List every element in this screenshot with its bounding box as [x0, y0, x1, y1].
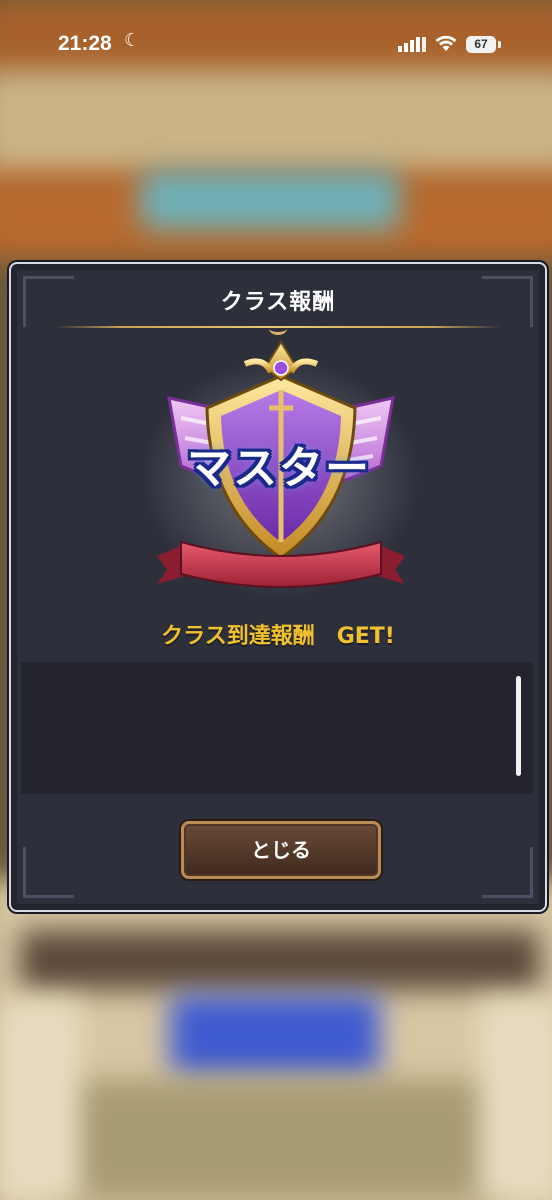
title-divider-ornament	[269, 322, 287, 335]
scrollbar[interactable]	[516, 676, 521, 776]
moon-icon: ☾	[124, 30, 141, 51]
dialog-title: クラス報酬	[220, 290, 336, 315]
class-reward-dialog: クラス報酬 マスター クラス到達報酬 GET! とじる	[9, 262, 547, 912]
status-bar: 21:28 ☾ 67	[0, 0, 552, 80]
close-button[interactable]: とじる	[181, 821, 381, 879]
frame-corner-ornament	[482, 847, 533, 898]
clock-time: 21:28	[58, 32, 112, 55]
reward-list-area[interactable]	[21, 662, 533, 794]
frame-corner-ornament	[23, 847, 74, 898]
reward-message: クラス到達報酬 GET!	[161, 624, 395, 649]
battery-icon: 67	[466, 36, 496, 53]
cellular-signal-icon	[398, 37, 426, 52]
wifi-icon	[435, 35, 457, 51]
battery-tip	[498, 41, 501, 48]
emblem-rank-label: マスター	[187, 443, 371, 494]
